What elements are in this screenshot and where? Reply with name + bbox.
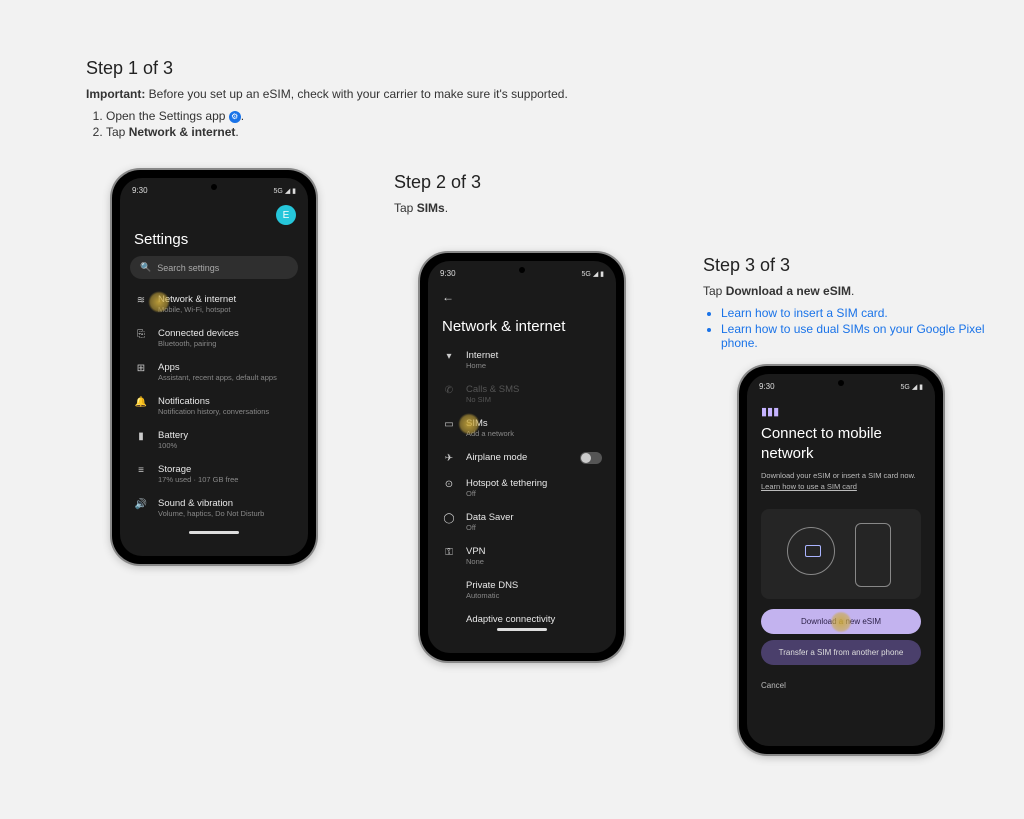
row-icon: ✆: [442, 385, 456, 396]
important-label: Important:: [86, 87, 145, 101]
phone3-screen: 9:30 5G ◢ ▮ ▮▮▮ Connect to mobile networ…: [747, 374, 935, 746]
network-row-hotspot-tethering[interactable]: ⊙Hotspot & tetheringOff: [428, 471, 616, 505]
settings-gear-icon: ⚙: [229, 111, 241, 123]
status-right: 5G ◢ ▮: [582, 270, 604, 278]
settings-title: Settings: [120, 227, 308, 256]
phone2-frame: 9:30 5G ◢ ▮ ← Network & internet ▾Intern…: [420, 253, 624, 661]
row-icon: ▮: [134, 431, 148, 442]
phone1-screen: 9:30 5G ◢ ▮ E Settings 🔍 Search settings…: [120, 178, 308, 556]
camera-notch-icon: [838, 380, 844, 386]
status-right: 5G ◢ ▮: [274, 187, 296, 195]
step1-list: Open the Settings app ⚙. Tap Network & i…: [92, 109, 586, 139]
row-adaptive-connectivity[interactable]: Adaptive connectivity: [428, 607, 616, 632]
row-icon: ⊙: [442, 479, 456, 490]
settings-row-storage[interactable]: ≡Storage17% used · 107 GB free: [120, 457, 308, 491]
profile-avatar[interactable]: E: [276, 205, 296, 225]
status-right: 5G ◢ ▮: [901, 383, 923, 391]
cancel-button[interactable]: Cancel: [747, 671, 935, 696]
important-text: Before you set up an eSIM, check with yo…: [145, 87, 567, 101]
row-icon: ▾: [442, 351, 456, 362]
search-placeholder: Search settings: [157, 263, 219, 273]
step1-important: Important: Before you set up an eSIM, ch…: [86, 85, 586, 103]
network-row-internet[interactable]: ▾InternetHome: [428, 343, 616, 377]
step2-block: Step 2 of 3 Tap SIMs.: [394, 172, 654, 217]
step3-links: Learn how to insert a SIM card. Learn ho…: [703, 306, 993, 350]
step1-block: Step 1 of 3 Important: Before you set up…: [86, 58, 586, 141]
network-row-data-saver[interactable]: ◯Data SaverOff: [428, 505, 616, 539]
search-settings-input[interactable]: 🔍 Search settings: [130, 256, 298, 279]
step1-li2: Tap Network & internet.: [106, 125, 586, 139]
airplane-toggle[interactable]: [580, 452, 602, 464]
network-row-airplane-mode[interactable]: ✈Airplane mode: [428, 445, 616, 471]
row-icon: ✈: [442, 453, 456, 464]
network-internet-title: Network & internet: [428, 306, 616, 343]
illus-phone-icon: [855, 523, 891, 587]
row-icon: ⚿: [442, 547, 456, 558]
signal-bars-icon: ▮▮▮: [747, 395, 935, 418]
row-private-dns[interactable]: Private DNSAutomatic: [428, 573, 616, 607]
link-insert-sim[interactable]: Learn how to insert a SIM card.: [721, 306, 888, 320]
connect-subtitle: Download your eSIM or insert a SIM card …: [747, 465, 935, 482]
row-icon: ⎘: [134, 329, 148, 340]
settings-row-sound-vibration[interactable]: 🔊Sound & vibrationVolume, haptics, Do No…: [120, 491, 308, 525]
settings-row-battery[interactable]: ▮Battery100%: [120, 423, 308, 457]
phone2-screen: 9:30 5G ◢ ▮ ← Network & internet ▾Intern…: [428, 261, 616, 653]
camera-notch-icon: [519, 267, 525, 273]
row-icon: ≋: [134, 295, 148, 306]
download-esim-button[interactable]: Download a new eSIM: [761, 609, 921, 634]
network-row-calls-sms[interactable]: ✆Calls & SMSNo SIM: [428, 377, 616, 411]
phone3-frame: 9:30 5G ◢ ▮ ▮▮▮ Connect to mobile networ…: [739, 366, 943, 754]
connect-title: Connect to mobile network: [747, 418, 935, 465]
status-time: 9:30: [440, 269, 456, 278]
network-row-vpn[interactable]: ⚿VPNNone: [428, 539, 616, 573]
search-icon: 🔍: [140, 262, 151, 273]
network-row-sims[interactable]: ▭SIMsAdd a network: [428, 411, 616, 445]
step2-text: Tap SIMs.: [394, 199, 654, 217]
row-icon: ◯: [442, 513, 456, 524]
illus-sim-icon: [805, 545, 821, 557]
phone1-frame: 9:30 5G ◢ ▮ E Settings 🔍 Search settings…: [112, 170, 316, 564]
settings-row-notifications[interactable]: 🔔NotificationsNotification history, conv…: [120, 389, 308, 423]
step3-block: Step 3 of 3 Tap Download a new eSIM. Lea…: [703, 255, 993, 352]
status-time: 9:30: [132, 186, 148, 195]
settings-row-connected-devices[interactable]: ⎘Connected devicesBluetooth, pairing: [120, 321, 308, 355]
step3-title: Step 3 of 3: [703, 255, 993, 276]
settings-row-apps[interactable]: ⊞AppsAssistant, recent apps, default app…: [120, 355, 308, 389]
camera-notch-icon: [211, 184, 217, 190]
status-time: 9:30: [759, 382, 775, 391]
step2-title: Step 2 of 3: [394, 172, 654, 193]
row-icon: ⊞: [134, 363, 148, 374]
step3-text: Tap Download a new eSIM.: [703, 282, 993, 300]
back-arrow-icon[interactable]: ←: [428, 282, 616, 306]
link-dual-sim[interactable]: Learn how to use dual SIMs on your Googl…: [721, 322, 984, 350]
home-indicator[interactable]: [189, 531, 239, 534]
transfer-sim-button[interactable]: Transfer a SIM from another phone: [761, 640, 921, 665]
settings-row-network-internet[interactable]: ≋Network & internetMobile, Wi-Fi, hotspo…: [120, 287, 308, 321]
row-icon: ▭: [442, 419, 456, 430]
connect-learn-link[interactable]: Learn how to use a SIM card: [747, 482, 935, 499]
step1-title: Step 1 of 3: [86, 58, 586, 79]
row-icon: 🔊: [134, 499, 148, 510]
row-icon: ≡: [134, 465, 148, 476]
step1-li1: Open the Settings app ⚙.: [106, 109, 586, 123]
row-icon: 🔔: [134, 397, 148, 408]
sim-illustration: [761, 509, 921, 599]
